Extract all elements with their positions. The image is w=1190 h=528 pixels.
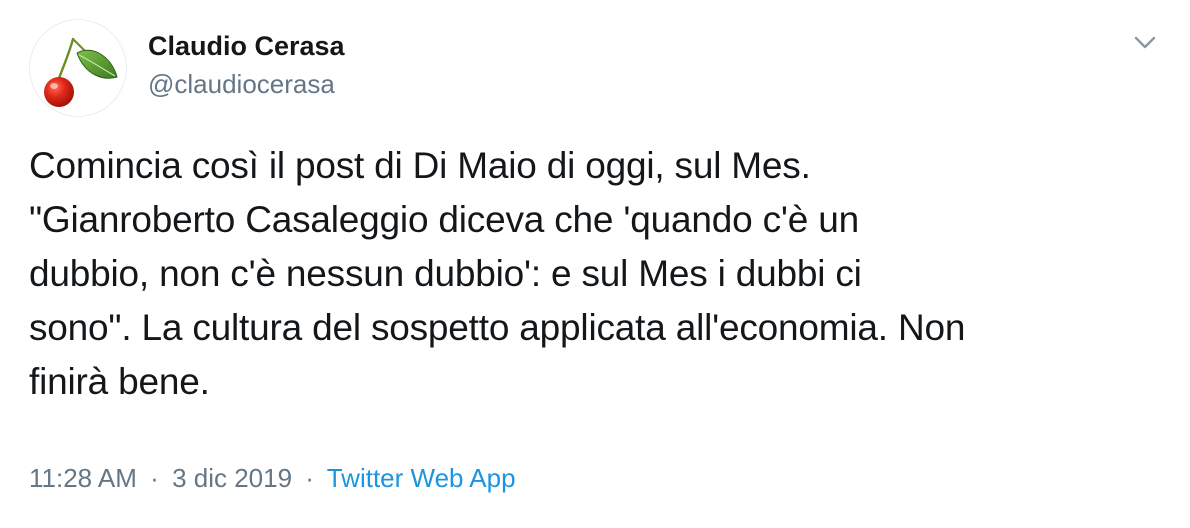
author-screen-name[interactable]: @claudiocerasa: [148, 67, 345, 101]
author-avatar[interactable]: [29, 19, 127, 117]
chevron-down-icon: [1134, 36, 1156, 49]
tweet-card: Claudio Cerasa @claudiocerasa Comincia c…: [0, 0, 1190, 528]
meta-separator: ·: [305, 463, 314, 493]
author-display-name[interactable]: Claudio Cerasa: [148, 29, 345, 63]
cherry-icon: [44, 37, 118, 107]
tweet-menu-button[interactable]: [1131, 28, 1159, 56]
tweet-date[interactable]: 3 dic 2019: [172, 463, 292, 493]
author-info: Claudio Cerasa @claudiocerasa: [148, 29, 345, 101]
meta-separator: ·: [150, 463, 159, 493]
tweet-text: Comincia così il post di Di Maio di oggi…: [29, 145, 966, 402]
tweet-time[interactable]: 11:28 AM: [29, 463, 137, 493]
tweet-source-link[interactable]: Twitter Web App: [327, 463, 516, 493]
tweet-metadata: 11:28 AM · 3 dic 2019 · Twitter Web App: [29, 461, 516, 495]
